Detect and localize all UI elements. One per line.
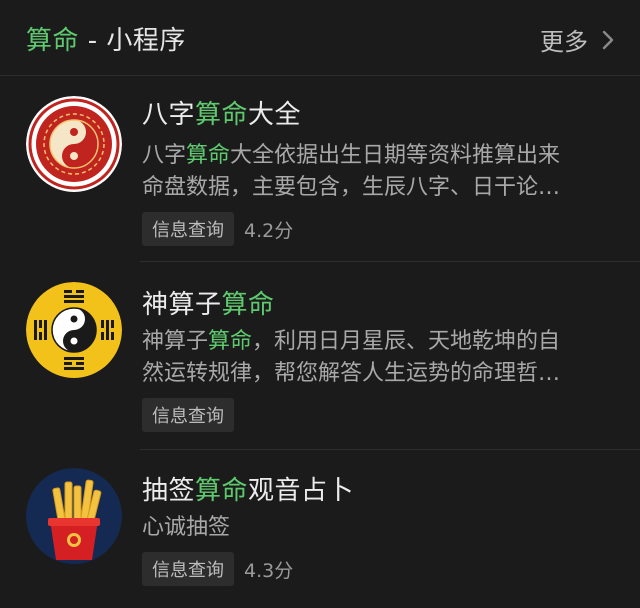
title-text: 观音占卜 — [248, 476, 355, 506]
desc-text: 大全依据出生日期等资料推算出来 — [230, 143, 561, 168]
rating-score: 4.3分 — [244, 559, 294, 582]
desc-text: ，利用日月星辰、天地乾坤的自 — [252, 329, 561, 354]
category-tag: 信息查询 — [142, 398, 234, 432]
item-description: 神算子算命，利用日月星辰、天地乾坤的自 然运转规律，帮您解答人生运势的命理哲… — [142, 326, 612, 390]
rating-score: 4.2分 — [244, 219, 294, 242]
item-title[interactable]: 神算子算命 — [142, 284, 275, 321]
item-title[interactable]: 八字算命大全 — [142, 94, 301, 131]
bagua-yin-yang-icon — [26, 282, 122, 378]
desc-keyword: 算命 — [208, 329, 253, 354]
category-tag: 信息查询 — [142, 552, 234, 586]
title-text: 抽签 — [142, 476, 196, 506]
title-text: 大全 — [248, 100, 302, 130]
list-item-bazi[interactable]: 八字算命大全 八字算命大全依据出生日期等资料推算出来 命盘数据，主要包含，生辰八… — [0, 76, 640, 262]
more-button[interactable]: 更多 — [540, 22, 618, 57]
section-title: 算命 - 小程序 — [26, 20, 186, 57]
desc-text: 心诚抽签 — [142, 515, 231, 540]
item-title[interactable]: 抽签算命观音占卜 — [142, 470, 354, 507]
title-text: 八字 — [142, 100, 196, 130]
desc-text: 神算子 — [142, 329, 209, 354]
fortune-sticks-icon — [26, 468, 122, 564]
list-item-shensuanzi[interactable]: 神算子算命 神算子算命，利用日月星辰、天地乾坤的自 然运转规律，帮您解答人生运势… — [0, 262, 640, 450]
section-title-keyword: 算命 — [26, 26, 80, 56]
title-keyword: 算命 — [195, 476, 249, 506]
desc-text: 然运转规律，帮您解答人生运势的命理哲… — [142, 361, 561, 386]
title-keyword: 算命 — [221, 290, 275, 320]
more-label: 更多 — [540, 28, 588, 56]
chevron-right-icon — [602, 30, 614, 49]
section-title-suffix: - 小程序 — [79, 26, 186, 56]
desc-text: 八字 — [142, 143, 187, 168]
section-header: 算命 - 小程序 更多 — [0, 0, 640, 76]
item-description: 八字算命大全依据出生日期等资料推算出来 命盘数据，主要包含，生辰八字、日干论… — [142, 140, 612, 204]
title-keyword: 算命 — [195, 100, 249, 130]
list-item-chouqian[interactable]: 抽签算命观音占卜 心诚抽签 信息查询 4.3分 — [0, 450, 640, 608]
item-meta: 信息查询 — [142, 398, 244, 432]
title-text: 神算子 — [142, 290, 222, 320]
yin-yang-red-seal-icon — [26, 96, 122, 192]
desc-text: 命盘数据，主要包含，生辰八字、日干论… — [142, 175, 561, 200]
desc-keyword: 算命 — [186, 143, 231, 168]
item-description: 心诚抽签 — [142, 512, 612, 544]
category-tag: 信息查询 — [142, 212, 234, 246]
item-meta: 信息查询 4.2分 — [142, 212, 293, 246]
item-meta: 信息查询 4.3分 — [142, 552, 293, 586]
